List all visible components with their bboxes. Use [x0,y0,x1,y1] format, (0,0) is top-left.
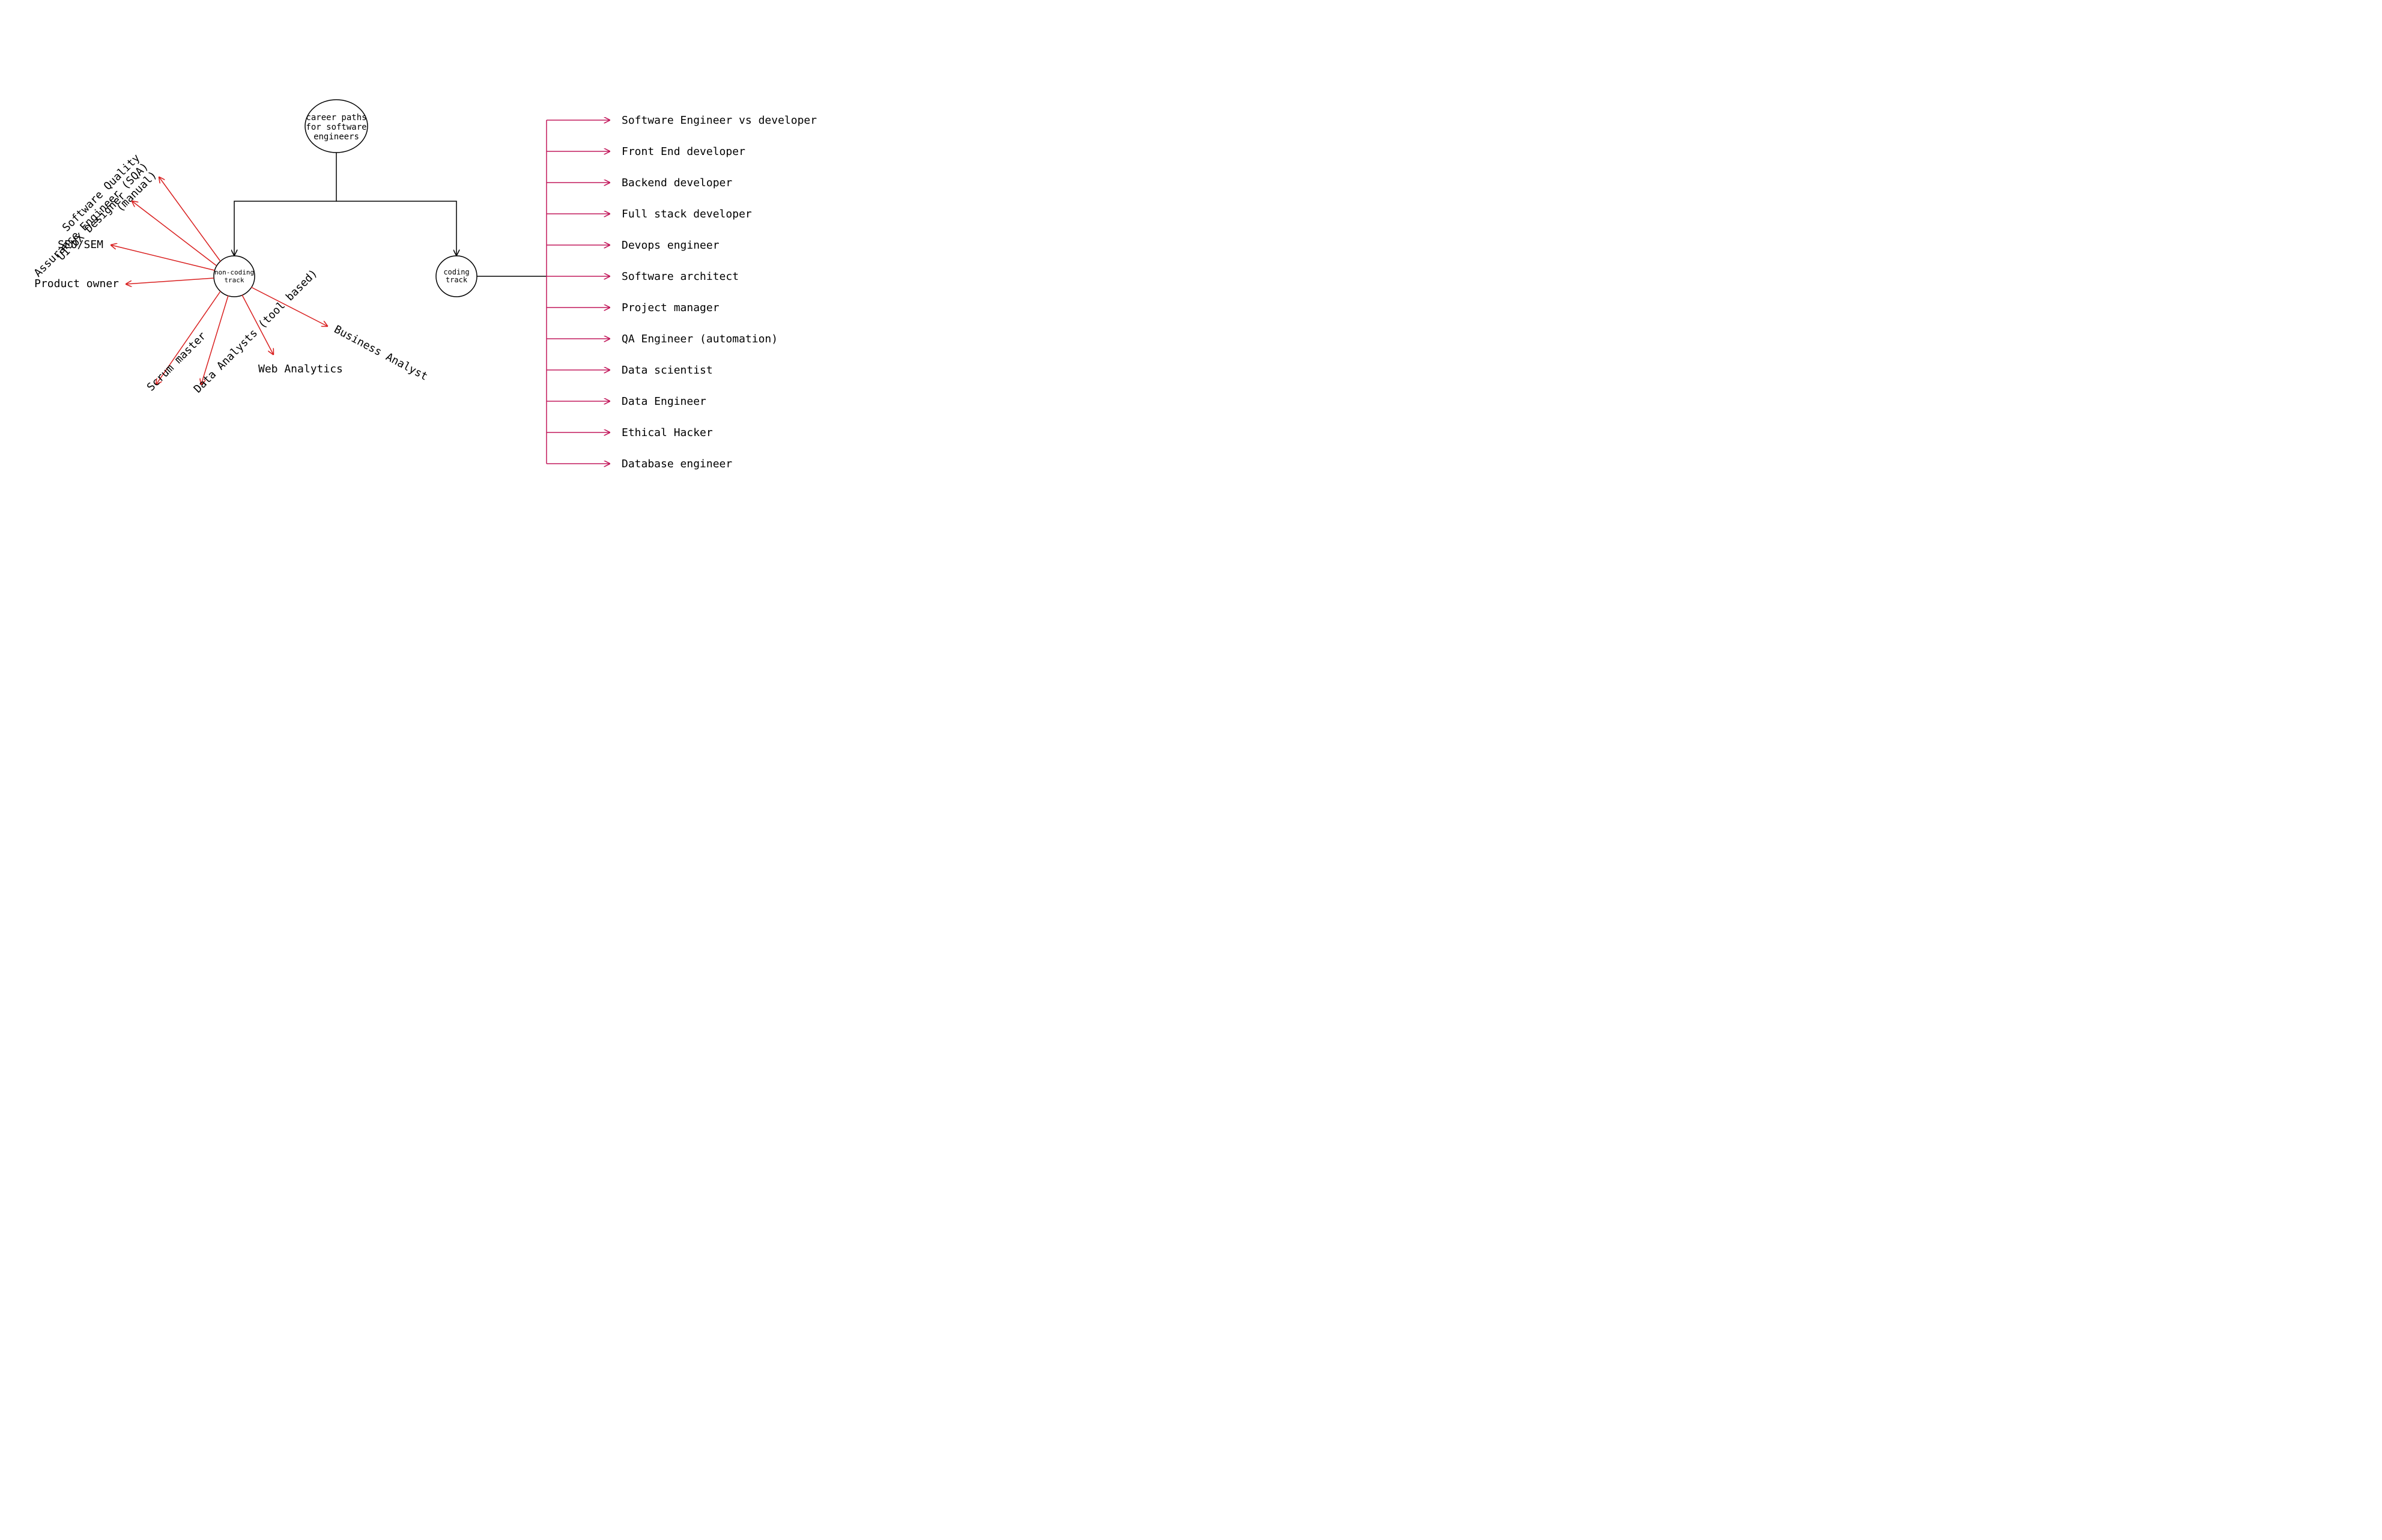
svg-text:Data Analysts (tool based): Data Analysts (tool based) [192,267,320,395]
leaf-coding-item-9: Data Engineer [622,395,706,408]
leaf-business-analyst: Business Analyst [332,323,430,383]
leaf-product-owner: Product owner [34,277,119,290]
career-paths-diagram: career paths for software engineers non-… [0,0,938,607]
leaf-coding-item-5: Software architect [622,270,739,283]
edge-nc-product-owner [126,278,214,284]
leaf-coding-item-1: Front End developer [622,145,745,158]
leaf-coding-item-10: Ethical Hacker [622,426,713,439]
leaf-coding-item-4: Devops engineer [622,239,720,252]
leaf-seo: SEO/SEM [58,238,103,251]
root-line3: engineers [314,132,359,142]
leaf-coding-item-0: Software Engineer vs developer [622,114,817,127]
noncoding-node: non-coding track [214,256,255,297]
coding-branches: Software Engineer vs developer Front End … [477,114,817,470]
leaf-coding-item-6: Project manager [622,302,720,314]
leaf-coding-item-2: Backend developer [622,177,732,189]
edge-nc-sqa [159,177,220,261]
leaf-coding-item-11: Database engineer [622,458,732,470]
root-node: career paths for software engineers [305,100,368,153]
coding-label2: track [446,276,468,284]
edge-root-to-noncoding [234,153,336,255]
root-line2: for software [306,123,366,132]
leaf-data-analysts: Data Analysts (tool based) [192,267,320,395]
coding-label1: coding [443,268,469,276]
edge-nc-seo [111,245,214,270]
leaf-coding-item-3: Full stack developer [622,208,752,220]
leaf-web-analytics: Web Analytics [258,363,343,375]
edge-root-to-coding [336,201,456,255]
coding-node: coding track [436,256,477,297]
svg-text:Business Analyst: Business Analyst [332,323,430,383]
leaf-coding-item-7: QA Engineer (automation) [622,333,778,345]
root-line1: career paths [306,113,366,123]
edge-nc-uiux [132,201,216,265]
noncoding-label1: non-coding [214,268,254,276]
leaf-coding-item-8: Data scientist [622,364,713,377]
noncoding-label2: track [224,276,244,284]
